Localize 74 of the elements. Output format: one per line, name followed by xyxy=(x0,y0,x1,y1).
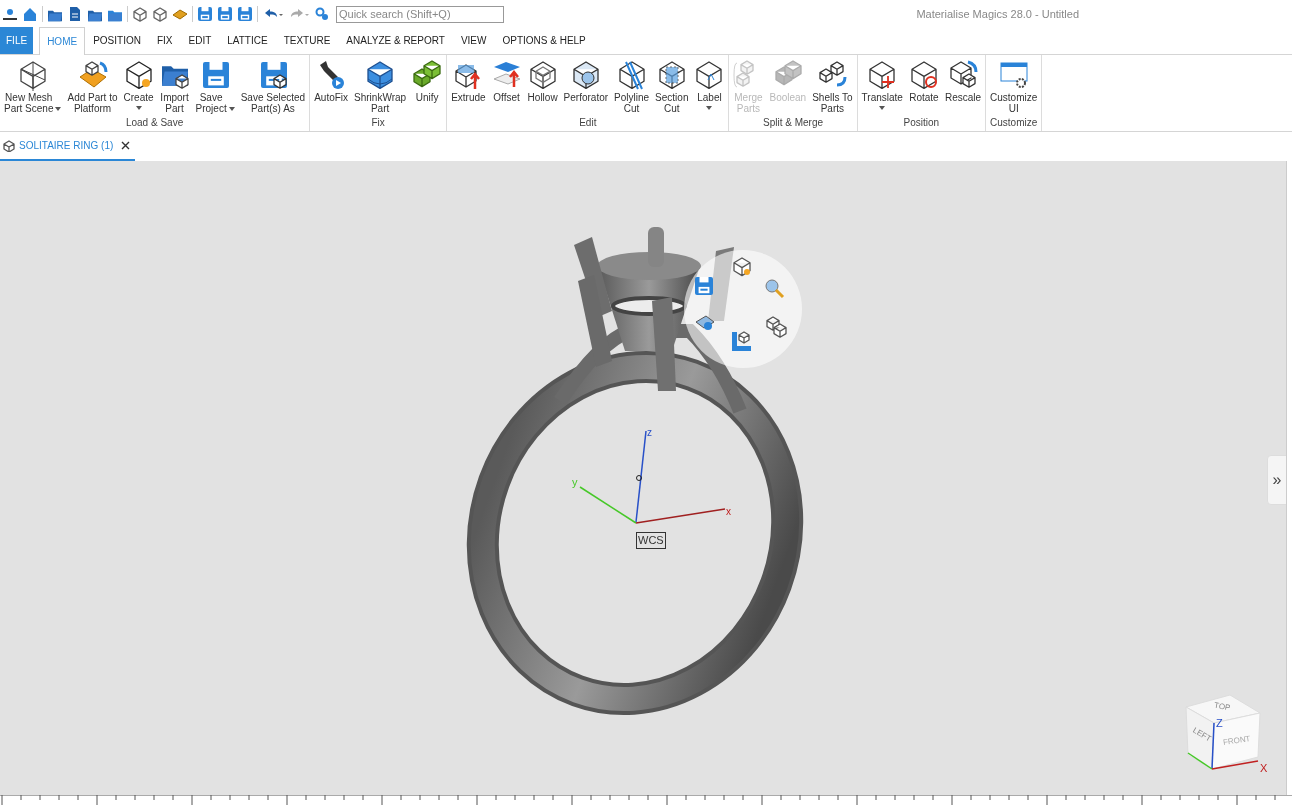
ribbon-group-label: Customize xyxy=(990,117,1038,129)
save-as-icon[interactable] xyxy=(217,6,233,22)
create-cube-icon xyxy=(123,59,154,91)
cube-icon[interactable] xyxy=(152,6,168,22)
ribbon-tab[interactable]: FIX xyxy=(149,27,180,54)
view-cube-face-label: FRONT xyxy=(1222,735,1251,747)
ribbon-button[interactable]: Polyline Cut xyxy=(611,59,653,117)
search-field[interactable]: Quick search (Shift+Q) xyxy=(336,5,504,23)
ribbon-button[interactable]: Import Part xyxy=(156,59,193,117)
panel-expand-button[interactable]: » xyxy=(1267,455,1286,505)
coordinate-system-label: WCS xyxy=(636,532,666,549)
hollow-icon xyxy=(527,59,558,91)
axis-label: x xyxy=(726,507,731,517)
ribbon-tab[interactable]: LATTICE xyxy=(220,27,275,54)
ribbon-tab[interactable]: OPTIONS & HELP xyxy=(495,27,593,54)
rotate-icon xyxy=(908,59,939,91)
ribbon-group-label: Load & Save xyxy=(125,117,184,129)
ribbon-button[interactable]: Add Part to Platform xyxy=(64,59,121,117)
ribbon-tab[interactable]: TEXTURE xyxy=(276,27,338,54)
cube-icon[interactable] xyxy=(732,256,754,278)
axis-label: Z xyxy=(1216,718,1223,729)
ribbon-button[interactable]: Rescale xyxy=(941,59,985,117)
ribbon-button[interactable]: Create xyxy=(120,59,157,117)
axis-label: y xyxy=(572,477,578,488)
save-icon[interactable] xyxy=(694,276,716,298)
ribbon-button[interactable]: Unify xyxy=(409,59,446,117)
perforator-icon xyxy=(570,59,601,91)
ribbon-button[interactable]: Translate xyxy=(858,59,906,117)
ribbon-button[interactable]: ShrinkWrap Part xyxy=(351,59,410,117)
ribbon-tab[interactable]: POSITION xyxy=(86,27,148,54)
ribbon-button[interactable]: Save Selected Part(s) As xyxy=(237,59,309,117)
translate-icon xyxy=(867,59,898,91)
ribbon-button[interactable]: Section Cut xyxy=(652,59,692,117)
file-menu-button[interactable]: FILE xyxy=(0,27,34,54)
save-icon[interactable] xyxy=(197,6,213,22)
ribbon-button[interactable]: Perforator xyxy=(560,59,612,117)
save-all-icon[interactable] xyxy=(237,6,253,22)
rescale-icon xyxy=(947,59,978,91)
close-icon[interactable] xyxy=(121,141,131,150)
y-axis-drawing xyxy=(579,486,637,524)
axis-label: X xyxy=(1260,763,1268,774)
mesh-icon xyxy=(17,59,48,91)
ribbon-button[interactable]: Save Project xyxy=(192,59,238,117)
ribbon-tab[interactable]: ANALYZE & REPORT xyxy=(339,27,452,54)
customize-window-icon xyxy=(998,59,1029,91)
axis-label: z xyxy=(647,428,652,438)
ribbon-tab[interactable]: HOME xyxy=(39,27,86,55)
ribbon-group-label: Position xyxy=(903,117,940,129)
ribbon-button[interactable]: AutoFix xyxy=(311,59,352,117)
polyline-cut-icon xyxy=(616,59,647,91)
ribbon-button[interactable]: Rotate xyxy=(905,59,942,117)
frame-icon[interactable] xyxy=(730,330,752,352)
ribbon-group-label: Fix xyxy=(371,117,385,129)
ribbon-button[interactable]: Label xyxy=(691,59,728,117)
window-title: Materialise Magics 28.0 - Untitled xyxy=(916,6,1079,22)
ribbon-button[interactable]: Customize UI xyxy=(987,59,1041,117)
ribbon-button[interactable]: Hollow xyxy=(524,59,561,117)
ribbon-group-label: Edit xyxy=(579,117,597,129)
document-icon[interactable] xyxy=(67,6,83,22)
ribbon-group-label: Split & Merge xyxy=(763,117,824,129)
section-cut-icon xyxy=(656,59,687,91)
ribbon-button[interactable]: Shells To Parts xyxy=(809,59,856,117)
home-icon[interactable] xyxy=(22,6,38,22)
part-icon xyxy=(3,139,15,152)
magnifier-icon[interactable] xyxy=(764,278,786,300)
cubes-icon[interactable] xyxy=(766,316,788,338)
ribbon-button[interactable]: New Mesh Part Scene xyxy=(1,59,65,117)
ribbon-tab[interactable]: EDIT xyxy=(181,27,219,54)
save-project-icon xyxy=(200,59,231,91)
view-cube-face-label: TOP xyxy=(1213,701,1231,713)
shrinkwrap-icon xyxy=(365,59,396,91)
ribbon-button[interactable]: Extrude xyxy=(448,59,489,117)
ribbon-tab[interactable]: VIEW xyxy=(453,27,494,54)
ribbon-button[interactable]: Offset xyxy=(488,59,525,117)
